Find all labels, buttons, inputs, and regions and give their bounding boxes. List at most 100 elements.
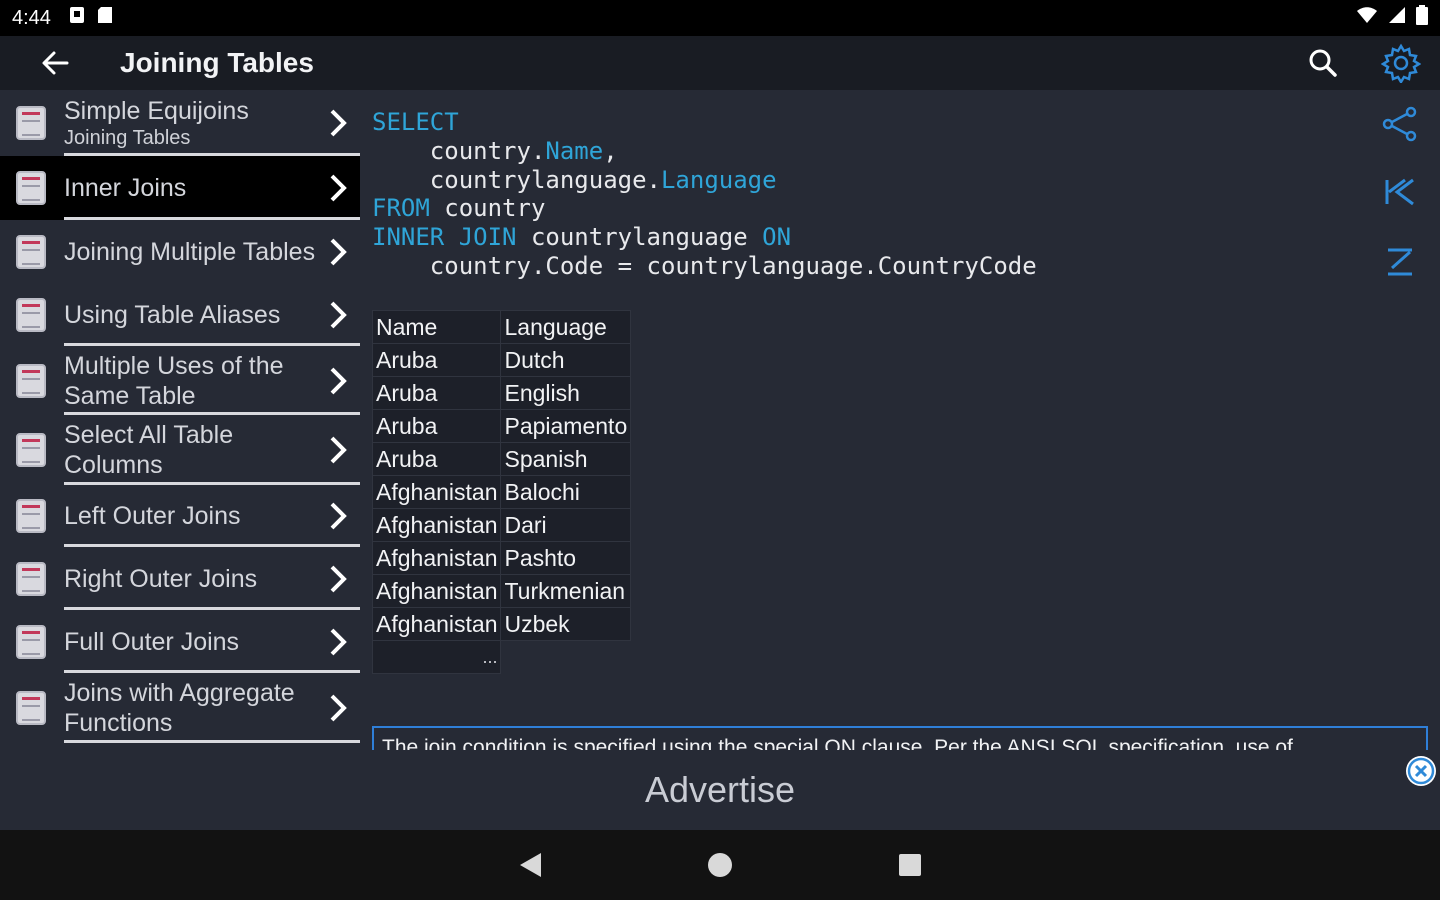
triangle-back-icon: [520, 853, 541, 877]
table-cell: Pashto: [500, 541, 632, 575]
gear-icon: [1381, 43, 1421, 83]
sql-text: countrylanguage: [516, 223, 763, 252]
topic-sublabel: Joining Tables: [64, 127, 191, 149]
table-cell: Aruba: [371, 343, 502, 377]
sql-identifier: Language: [660, 165, 777, 194]
sql-keyword: INNER JOIN: [372, 223, 517, 252]
chevron-right-icon: [330, 301, 347, 329]
sql-identifier: Name: [545, 136, 604, 165]
app-bar: Joining Tables: [0, 36, 1440, 90]
share-icon: [1382, 106, 1417, 142]
first-item-button[interactable]: [1360, 162, 1440, 222]
table-more-row: ...: [371, 640, 631, 674]
topic-multiple-uses-same-table[interactable]: Multiple Uses of the Same Table: [0, 346, 360, 415]
system-nav-bar: [0, 830, 1440, 900]
document-icon: [16, 298, 46, 332]
back-button[interactable]: [0, 36, 110, 90]
ad-label: Advertise: [644, 769, 796, 810]
chevron-right-icon: [330, 436, 347, 464]
table-row: Afghanistan Uzbek: [371, 607, 632, 641]
nav-back-button[interactable]: [510, 845, 550, 885]
nav-recents-button[interactable]: [890, 845, 930, 885]
description-text: The join condition is specified using th…: [372, 726, 1428, 752]
circle-home-icon: [708, 853, 732, 877]
cell-signal-icon: [1388, 6, 1406, 30]
topic-label: Joins with Aggregate Functions: [64, 679, 295, 737]
document-icon: [16, 433, 46, 467]
chevron-right-icon: [330, 174, 347, 202]
document-icon: [16, 235, 46, 269]
table-cell: Aruba: [371, 409, 502, 443]
battery-icon: [1416, 5, 1428, 31]
topic-left-outer-joins[interactable]: Left Outer Joins: [0, 485, 360, 547]
ad-close-button[interactable]: [1406, 756, 1436, 786]
table-cell: Spanish: [500, 442, 632, 476]
table-cell: Dutch: [500, 343, 632, 377]
topic-label: Simple Equijoins: [64, 97, 249, 125]
divider: [64, 740, 360, 743]
document-icon: [16, 691, 46, 725]
table-cell: Afghanistan: [371, 541, 502, 575]
sql-keyword: SELECT: [372, 108, 459, 136]
status-bar: 4:44: [0, 0, 1440, 36]
table-cell: Afghanistan: [371, 574, 502, 608]
sum-button[interactable]: [1360, 232, 1440, 292]
table-cell: Uzbek: [500, 607, 632, 641]
topic-using-table-aliases[interactable]: Using Table Aliases: [0, 284, 360, 346]
topic-simple-equijoins[interactable]: Simple Equijoins Joining Tables: [0, 90, 360, 156]
topic-full-outer-joins[interactable]: Full Outer Joins: [0, 610, 360, 673]
search-button[interactable]: [1284, 36, 1362, 90]
table-cell: Balochi: [500, 475, 632, 509]
sql-text: country: [429, 194, 546, 223]
topic-label: Inner Joins: [64, 174, 187, 202]
status-time: 4:44: [12, 6, 51, 29]
document-icon: [16, 171, 46, 205]
search-icon: [1309, 49, 1337, 77]
topic-joins-aggregate-functions[interactable]: Joins with Aggregate Functions: [0, 673, 360, 743]
topic-select-all-table-columns[interactable]: Select All Table Columns: [0, 415, 360, 485]
topic-label: Full Outer Joins: [64, 627, 240, 656]
table-row: Aruba English: [371, 376, 632, 410]
close-icon: [1407, 757, 1435, 785]
table-row: Afghanistan Pashto: [371, 541, 632, 575]
lesson-content: SELECT country.Name, countrylanguage.Lan…: [360, 90, 1440, 752]
share-button[interactable]: [1360, 94, 1440, 154]
sql-text: countrylanguage.: [429, 165, 661, 194]
table-row: Afghanistan Dari: [371, 508, 632, 542]
result-table: Name Language Aruba Dutch Aruba English Ar…: [371, 310, 632, 674]
chevron-right-icon: [330, 694, 347, 722]
column-header: Language: [500, 310, 632, 344]
sql-code-block: SELECT country.Name, countrylanguage.Lan…: [372, 108, 1037, 280]
topic-label: Right Outer Joins: [64, 564, 258, 593]
chevron-right-icon: [330, 238, 347, 266]
square-recents-icon: [899, 854, 921, 876]
topic-label: Joining Multiple Tables: [64, 238, 316, 266]
table-cell: Turkmenian: [500, 574, 632, 608]
table-row: Aruba Dutch: [371, 343, 632, 377]
arrow-left-icon: [42, 51, 69, 75]
table-row: Afghanistan Balochi: [371, 475, 632, 509]
document-icon: [16, 624, 46, 659]
table-cell: Afghanistan: [371, 475, 502, 509]
more-rows-indicator: ...: [371, 640, 502, 674]
table-cell: Papiamento: [500, 409, 632, 443]
sigma-icon: [1388, 248, 1412, 276]
topic-right-outer-joins[interactable]: Right Outer Joins: [0, 547, 360, 610]
chevron-right-icon: [330, 367, 347, 394]
topic-joining-multiple-tables[interactable]: Joining Multiple Tables: [0, 220, 360, 284]
table-cell: Afghanistan: [371, 508, 502, 542]
topic-label: Left Outer Joins: [64, 502, 241, 530]
topic-list: Simple Equijoins Joining Tables Inner Joi…: [0, 90, 360, 750]
topic-label: Multiple Uses of the Same Table: [64, 351, 284, 410]
document-icon: [16, 363, 46, 398]
settings-button[interactable]: [1362, 36, 1440, 90]
table-cell: Aruba: [371, 442, 502, 476]
topic-inner-joins[interactable]: Inner Joins: [0, 156, 360, 220]
document-icon: [16, 499, 46, 533]
chevron-right-icon: [330, 502, 347, 530]
nav-home-button[interactable]: [700, 845, 740, 885]
table-cell: Aruba: [371, 376, 502, 410]
topic-label: Select All Table Columns: [64, 421, 234, 479]
chevron-right-icon: [330, 109, 347, 137]
ad-banner[interactable]: Advertise: [0, 750, 1440, 830]
